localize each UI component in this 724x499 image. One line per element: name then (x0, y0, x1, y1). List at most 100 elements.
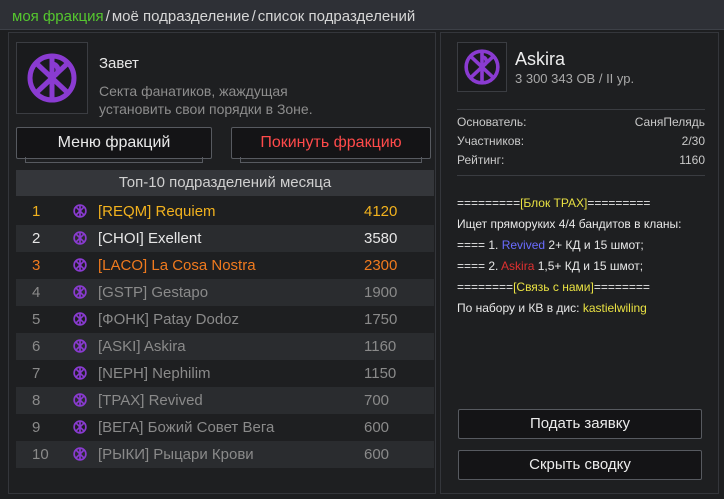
division-rank: 3 (32, 257, 41, 274)
info-line: По набору и КВ в дис: kastielwiling (457, 298, 712, 319)
division-panel: Askira 3 300 343 OB / II ур. Основатель:… (440, 32, 719, 494)
info-clan-name: Askira (501, 259, 535, 273)
division-rank: 5 (32, 311, 41, 328)
info-text: ==== 1. (457, 238, 502, 252)
division-subtitle: 3 300 343 OB / II ур. (515, 71, 635, 86)
division-score: 1160 (364, 338, 397, 355)
stat-members-value: 2/30 (681, 134, 705, 148)
division-row[interactable]: 8 [TPAX] Revived 700 (16, 387, 434, 414)
division-rank: 9 (32, 419, 41, 436)
division-row[interactable]: 2 [CHOI] Exellent 3580 (16, 225, 434, 252)
division-rank: 1 (32, 203, 41, 220)
faction-panel: Завет Секта фанатиков, жаждущая установи… (8, 32, 436, 494)
faction-emblem-icon (73, 339, 87, 353)
info-line: ==== 1. Revived 2+ КД и 15 шмот; (457, 235, 712, 256)
info-line: Ищет пряморуких 4/4 бандитов в кланы: (457, 217, 682, 231)
info-tag: [Связь с нами] (513, 280, 594, 294)
info-text: 2+ КД и 15 шмот; (545, 238, 644, 252)
division-name[interactable]: [GSTP] Gestapo (98, 279, 208, 306)
division-name: Askira (515, 49, 566, 69)
stat-members-label: Участников: (457, 134, 525, 148)
division-name[interactable]: [NEPH] Nephilim (98, 360, 211, 387)
divider (457, 175, 705, 176)
breadcrumb-bar: моя фракция / моё подразделение / список под… (0, 0, 724, 30)
division-name[interactable]: [ФОНК] Patay Dodoz (98, 306, 239, 333)
apply-button[interactable]: Подать заявку (458, 409, 702, 439)
division-name[interactable]: [REQM] Requiem (98, 198, 216, 225)
faction-emblem-icon (73, 204, 87, 218)
faction-emblem-icon (73, 420, 87, 434)
division-name[interactable]: [CHOI] Exellent (98, 225, 201, 252)
division-row[interactable]: 9 [ВЕГА] Божий Совет Вега 600 (16, 414, 434, 441)
breadcrumb-division-list[interactable]: список подразделений (258, 8, 415, 25)
top-divisions-header: Топ-10 подразделений месяца (16, 170, 434, 196)
division-name[interactable]: [РЫКИ] Рыцари Крови (98, 441, 254, 468)
faction-name: Завет (99, 55, 139, 72)
division-row[interactable]: 7 [NEPH] Nephilim 1150 (16, 360, 434, 387)
info-text: ========= (457, 196, 521, 210)
division-info-text: =========[Блок TPAX]========= Ищет прямо… (457, 193, 712, 319)
division-rank: 4 (32, 284, 41, 301)
breadcrumb: моя фракция / моё подразделение / список под… (12, 8, 415, 25)
breadcrumb-separator: / (105, 8, 110, 25)
division-score: 1750 (364, 311, 398, 328)
division-score: 1900 (364, 284, 398, 301)
division-score: 3580 (364, 230, 398, 247)
stat-founder: Основатель: СаняПелядь (457, 115, 705, 134)
division-score: 2300 (364, 257, 398, 274)
info-discord-nick: kastielwiling (582, 301, 647, 315)
info-line: ==== 2. Askira 1,5+ КД и 15 шмот; (457, 256, 712, 277)
info-text: ========= (587, 196, 651, 210)
division-row[interactable]: 10 [РЫКИ] Рыцари Крови 600 (16, 441, 434, 468)
stat-rating: Рейтинг: 1160 (457, 153, 705, 172)
info-text: ======== (457, 280, 514, 294)
breadcrumb-my-division[interactable]: моё подразделение (112, 8, 250, 25)
division-rank: 2 (32, 230, 41, 247)
faction-emblem (16, 42, 88, 114)
faction-menu-button[interactable]: Меню фракций (16, 127, 212, 159)
faction-description: Секта фанатиков, жаждущая установить сво… (99, 83, 313, 117)
division-score: 600 (364, 419, 390, 436)
info-line: ========[Связь с нами]======== (457, 277, 712, 298)
hide-summary-button[interactable]: Скрыть сводку (458, 450, 702, 480)
division-row[interactable]: 6 [ASKI] Askira 1160 (16, 333, 434, 360)
division-score: 700 (364, 392, 390, 409)
faction-emblem-icon (73, 447, 87, 461)
info-text: 1,5+ КД и 15 шмот; (534, 259, 644, 273)
division-row[interactable]: 1 [REQM] Requiem 4120 (16, 198, 434, 225)
stat-founder-value: СаняПелядь (634, 115, 705, 129)
faction-emblem-icon (73, 312, 87, 326)
division-score: 600 (364, 446, 390, 463)
division-rank: 10 (32, 446, 49, 463)
division-row[interactable]: 4 [GSTP] Gestapo 1900 (16, 279, 434, 306)
info-clan-name: Revived (501, 238, 546, 252)
faction-emblem-icon (73, 393, 87, 407)
division-rank: 7 (32, 365, 41, 382)
division-name[interactable]: [ВЕГА] Божий Совет Вега (98, 414, 274, 441)
breadcrumb-my-faction[interactable]: моя фракция (12, 8, 104, 25)
breadcrumb-separator: / (251, 8, 256, 25)
stat-founder-label: Основатель: (457, 115, 527, 129)
division-name[interactable]: [ASKI] Askira (98, 333, 186, 360)
faction-emblem-icon (73, 258, 87, 272)
faction-emblem-icon (73, 231, 87, 245)
faction-emblem-icon (73, 366, 87, 380)
division-rank: 6 (32, 338, 41, 355)
faction-emblem-icon (27, 53, 77, 103)
division-emblem-icon (464, 49, 500, 85)
info-line: =========[Блок TPAX]========= (457, 193, 712, 214)
info-text: По набору и КВ в дис: (457, 301, 583, 315)
division-name[interactable]: [LACO] La Cosa Nostra (98, 252, 256, 279)
top-divisions-list: 1 [REQM] Requiem 4120 2 [CHOI] Exellent 3580 3… (16, 198, 434, 468)
info-text: ==== 2. (457, 259, 502, 273)
division-rank: 8 (32, 392, 41, 409)
stat-members: Участников: 2/30 (457, 134, 705, 153)
division-stats: Основатель: СаняПелядь Участников: 2/30 … (457, 115, 705, 172)
leave-faction-button[interactable]: Покинуть фракцию (231, 127, 431, 159)
division-row[interactable]: 3 [LACO] La Cosa Nostra 2300 (16, 252, 434, 279)
division-name[interactable]: [TPAX] Revived (98, 387, 203, 414)
info-text: ======== (593, 280, 650, 294)
division-score: 4120 (364, 203, 398, 220)
stat-rating-label: Рейтинг: (457, 153, 505, 167)
division-row[interactable]: 5 [ФОНК] Patay Dodoz 1750 (16, 306, 434, 333)
